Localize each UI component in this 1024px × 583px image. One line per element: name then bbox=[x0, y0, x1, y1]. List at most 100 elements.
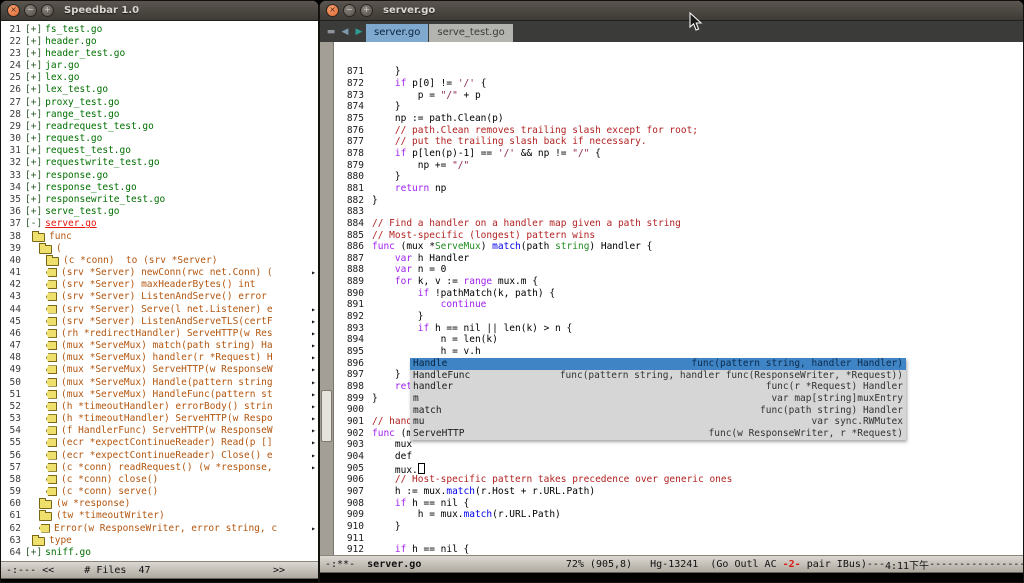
speedbar-tag-row[interactable]: 59(c *conn) serve() bbox=[1, 486, 318, 498]
speedbar-tag-row[interactable]: 58(c *conn) close() bbox=[1, 473, 318, 485]
speedbar-tag-row[interactable]: 46(rh *redirectHandler) ServeHTTP(w Res▸ bbox=[1, 327, 318, 339]
expander-toggle[interactable]: [+] bbox=[25, 182, 42, 193]
file-name[interactable]: requestwrite_test.go bbox=[45, 157, 159, 168]
speedbar-file-row[interactable]: 26[+]lex_test.go bbox=[1, 84, 318, 96]
speedbar-tag-row[interactable]: 53(h *timeoutHandler) ServeHTTP(w Respo▸ bbox=[1, 413, 318, 425]
tag-group-label[interactable]: type bbox=[49, 535, 72, 546]
tab-server-go[interactable]: server.go bbox=[366, 24, 428, 42]
close-button[interactable]: × bbox=[7, 4, 20, 17]
tag-label[interactable]: (h *timeoutHandler) errorBody() strin bbox=[61, 401, 273, 412]
file-name[interactable]: lex.go bbox=[45, 72, 79, 83]
file-name[interactable]: response.go bbox=[45, 170, 108, 181]
tag-label[interactable]: (ecr *expectContinueReader) Read(p [] bbox=[61, 437, 273, 448]
speedbar-tag-row[interactable]: 43(srv *Server) ListenAndServe() error bbox=[1, 291, 318, 303]
speedbar-file-row[interactable]: 27[+]proxy_test.go bbox=[1, 96, 318, 108]
speedbar-tag-row[interactable]: 52(h *timeoutHandler) errorBody() strin▸ bbox=[1, 400, 318, 412]
code-area[interactable]: 871 }872 if p[0] != '/' {873 p = "/" + p… bbox=[334, 42, 1023, 555]
expander-toggle[interactable]: [+] bbox=[25, 133, 42, 144]
maximize-button[interactable]: + bbox=[41, 4, 54, 17]
close-button[interactable]: × bbox=[326, 4, 339, 17]
tag-label[interactable]: (h *timeoutHandler) ServeHTTP(w Respo bbox=[61, 413, 273, 424]
speedbar-titlebar[interactable]: ×−+ Speedbar 1.0 bbox=[1, 1, 318, 21]
code-line[interactable]: 885// Most-specific (longest) pattern wi… bbox=[334, 230, 1023, 242]
file-name[interactable]: jar.go bbox=[45, 60, 79, 71]
tag-label[interactable]: (mux *ServeMux) match(path string) Ha bbox=[61, 340, 273, 351]
file-name[interactable]: serve_test.go bbox=[45, 206, 119, 217]
tag-label[interactable]: Error(w ResponseWriter, error string, c bbox=[54, 523, 277, 534]
code-line[interactable]: 877 // put the trailing slash back if ne… bbox=[334, 136, 1023, 148]
speedbar-file-row[interactable]: 30[+]request.go bbox=[1, 133, 318, 145]
file-name[interactable]: response_test.go bbox=[45, 182, 137, 193]
tag-label[interactable]: (c *conn) close() bbox=[61, 474, 158, 485]
file-name[interactable]: lex_test.go bbox=[45, 84, 108, 95]
code-line[interactable]: 878 if p[len(p)-1] == '/' && np != "/" { bbox=[334, 148, 1023, 160]
speedbar-tag-row[interactable]: 42(srv *Server) maxHeaderBytes() int bbox=[1, 279, 318, 291]
code-line[interactable]: 872 if p[0] != '/' { bbox=[334, 78, 1023, 90]
code-line[interactable]: 880 } bbox=[334, 171, 1023, 183]
editor-echo-area[interactable] bbox=[320, 573, 1023, 583]
code-line[interactable]: 912 if h == nil { bbox=[334, 544, 1023, 555]
speedbar-file-row[interactable]: 24[+]jar.go bbox=[1, 60, 318, 72]
speedbar-tag-row[interactable]: 41(srv *Server) newConn(rwc net.Conn) (▸ bbox=[1, 266, 318, 278]
vertical-scrollbar[interactable] bbox=[320, 42, 334, 555]
code-line[interactable]: 884// Find a handler on a handler map gi… bbox=[334, 218, 1023, 230]
expander-toggle[interactable]: [+] bbox=[25, 36, 42, 47]
forward-icon[interactable]: ▶ bbox=[352, 27, 366, 37]
speedbar-file-row[interactable]: 36[+]serve_test.go bbox=[1, 206, 318, 218]
speedbar-tag-row[interactable]: 57(c *conn) readRequest() (w *response,▸ bbox=[1, 461, 318, 473]
tag-label[interactable]: (mux *ServeMux) Handle(pattern string bbox=[61, 377, 273, 388]
speedbar-tag-row[interactable]: 47(mux *ServeMux) match(path string) Ha▸ bbox=[1, 339, 318, 351]
speedbar-tag-row[interactable]: 56(ecr *expectContinueReader) Close() e▸ bbox=[1, 449, 318, 461]
tag-label[interactable]: (mux *ServeMux) HandleFunc(pattern st bbox=[61, 389, 273, 400]
speedbar-tag-row[interactable]: 44(srv *Server) Serve(l net.Listener) e▸ bbox=[1, 303, 318, 315]
speedbar-tag-row[interactable]: 45(srv *Server) ListenAndServeTLS(certF▸ bbox=[1, 315, 318, 327]
tag-label[interactable]: (c *conn) readRequest() (w *response, bbox=[61, 462, 273, 473]
speedbar-file-row[interactable]: 35[+]responsewrite_test.go bbox=[1, 193, 318, 205]
expander-toggle[interactable]: [+] bbox=[25, 194, 42, 205]
code-line[interactable]: 894 n = len(k) bbox=[334, 334, 1023, 346]
tag-label[interactable]: (rh *redirectHandler) ServeHTTP(w Res bbox=[61, 328, 273, 339]
file-name[interactable]: header.go bbox=[45, 36, 96, 47]
autocomplete-item[interactable]: mvar map[string]muxEntry bbox=[410, 393, 906, 405]
speedbar-file-row[interactable]: 22[+]header.go bbox=[1, 35, 318, 47]
speedbar-file-row[interactable]: 33[+]response.go bbox=[1, 169, 318, 181]
code-line[interactable]: 887 var h Handler bbox=[334, 253, 1023, 265]
file-name[interactable]: sniff.go bbox=[45, 547, 91, 558]
code-line[interactable]: 909 h = mux.match(r.URL.Path) bbox=[334, 509, 1023, 521]
code-line[interactable]: 905 mux. bbox=[334, 463, 1023, 475]
expander-toggle[interactable]: [+] bbox=[25, 121, 42, 132]
expander-toggle[interactable]: [+] bbox=[25, 48, 42, 59]
speedbar-tag-row[interactable]: 51(mux *ServeMux) HandleFunc(pattern st▸ bbox=[1, 388, 318, 400]
autocomplete-item[interactable]: muvar sync.RWMutex bbox=[410, 416, 906, 428]
code-line[interactable]: 903 mux bbox=[334, 439, 1023, 451]
code-line[interactable]: 876 // path.Clean removes trailing slash… bbox=[334, 125, 1023, 137]
file-name[interactable]: readrequest_test.go bbox=[45, 121, 154, 132]
code-line[interactable]: 873 p = "/" + p bbox=[334, 90, 1023, 102]
speedbar-file-row[interactable]: 34[+]response_test.go bbox=[1, 181, 318, 193]
code-line[interactable]: 889 for k, v := range mux.m { bbox=[334, 276, 1023, 288]
expander-toggle[interactable]: [-] bbox=[25, 218, 42, 229]
file-name[interactable]: proxy_test.go bbox=[45, 97, 119, 108]
expander-toggle[interactable]: [+] bbox=[25, 145, 42, 156]
tag-label[interactable]: (srv *Server) maxHeaderBytes() int bbox=[61, 279, 255, 290]
minimize-button[interactable]: − bbox=[24, 4, 37, 17]
expander-toggle[interactable]: [+] bbox=[25, 97, 42, 108]
file-name[interactable]: responsewrite_test.go bbox=[45, 194, 165, 205]
file-name[interactable]: range_test.go bbox=[45, 109, 119, 120]
speedbar-tag-row[interactable]: 39( bbox=[1, 242, 318, 254]
speedbar-tag-row[interactable]: 60(w *response) bbox=[1, 498, 318, 510]
code-line[interactable]: 907 h := mux.match(r.Host + r.URL.Path) bbox=[334, 486, 1023, 498]
tag-label[interactable]: (mux *ServeMux) handler(r *Request) H bbox=[61, 352, 273, 363]
code-line[interactable]: 879 np += "/" bbox=[334, 160, 1023, 172]
tag-label[interactable]: (srv *Server) ListenAndServeTLS(certF bbox=[61, 316, 273, 327]
code-line[interactable]: 875 np := path.Clean(p) bbox=[334, 113, 1023, 125]
tag-group-label[interactable]: func bbox=[49, 231, 72, 242]
file-name[interactable]: header_test.go bbox=[45, 48, 125, 59]
speedbar-file-row[interactable]: 28[+]range_test.go bbox=[1, 108, 318, 120]
autocomplete-item[interactable]: Handlefunc(pattern string, handler Handl… bbox=[410, 358, 906, 370]
code-line[interactable]: 890 if !pathMatch(k, path) { bbox=[334, 288, 1023, 300]
tag-group-label[interactable]: (tw *timeoutWriter) bbox=[56, 510, 165, 521]
code-line[interactable]: 904 def bbox=[334, 451, 1023, 463]
expander-toggle[interactable]: [+] bbox=[25, 72, 42, 83]
code-line[interactable]: 871 } bbox=[334, 66, 1023, 78]
